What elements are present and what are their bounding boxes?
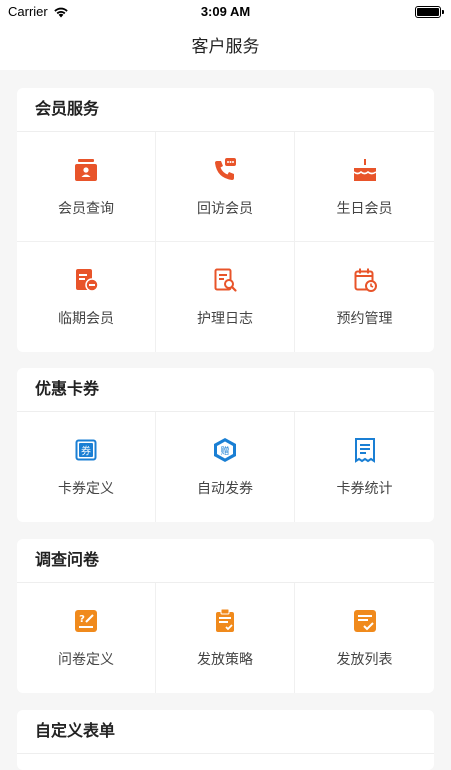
section-title: 优惠卡券 — [17, 368, 434, 412]
grid-item-questionnaire-define[interactable]: ? 问卷定义 — [17, 583, 156, 693]
grid-item-label: 临期会员 — [58, 310, 114, 326]
grid-item-expiring-member[interactable]: 临期会员 — [17, 242, 156, 352]
receipt-stats-icon — [354, 438, 375, 463]
grid-item-label: 护理日志 — [197, 310, 253, 326]
grid-item-auto-issue[interactable]: 赠 自动发券 — [156, 412, 295, 522]
status-time: 3:09 AM — [200, 4, 251, 19]
battery-icon — [415, 6, 444, 18]
grid-item-revisit-member[interactable]: 回访会员 — [156, 132, 295, 242]
section-survey: 调查问卷 ? 问卷定义 发放策略 发放列表 — [17, 539, 434, 693]
grid-item-coupon-define[interactable]: 券 卡券定义 — [17, 412, 156, 522]
section-coupons: 优惠卡券 券 卡券定义 赠 自动发券 卡券统计 — [17, 368, 434, 522]
list-check-icon — [353, 610, 376, 632]
gift-hexagon-icon: 赠 — [214, 438, 236, 462]
grid-item-member-search[interactable]: 会员查询 — [17, 132, 156, 242]
grid-item-coupon-stats[interactable]: 卡券统计 — [295, 412, 434, 522]
grid-item-birthday-member[interactable]: 生日会员 — [295, 132, 434, 242]
svg-text:?: ? — [79, 614, 85, 625]
expiring-card-icon — [76, 269, 99, 292]
status-bar: Carrier 3:09 AM — [0, 0, 451, 24]
page-title: 客户服务 — [191, 37, 260, 56]
calendar-clock-icon — [354, 268, 377, 292]
grid-item-label: 发放策略 — [197, 651, 253, 667]
section-title: 自定义表单 — [17, 710, 434, 754]
grid-item-label: 预约管理 — [336, 310, 393, 326]
svg-text:赠: 赠 — [220, 445, 229, 457]
grid-item-appointment[interactable]: 预约管理 — [295, 242, 434, 352]
grid-item-issue-list[interactable]: 发放列表 — [295, 583, 434, 693]
care-log-icon — [214, 268, 237, 292]
coupon-icon: 券 — [75, 439, 97, 461]
section-custom-form: 自定义表单 — [17, 710, 434, 770]
grid-item-label: 生日会员 — [336, 199, 393, 216]
grid-item-label: 自动发券 — [197, 480, 253, 496]
nav-bar: 客户服务 — [0, 24, 451, 70]
clipboard-check-icon — [216, 608, 234, 632]
grid-item-label: 问卷定义 — [58, 651, 114, 667]
section-title: 会员服务 — [17, 88, 434, 132]
section-member-service: 会员服务 会员查询 回访会员 生日会员 临期会员 护理日志 预约管理 — [17, 88, 434, 352]
phone-chat-icon — [215, 157, 236, 180]
grid-item-label: 回访会员 — [197, 199, 253, 216]
grid-item-label: 卡券定义 — [58, 480, 114, 496]
birthday-cake-icon — [352, 158, 376, 181]
grid-item-care-log[interactable]: 护理日志 — [156, 242, 295, 352]
questionnaire-icon: ? — [75, 610, 97, 632]
grid-item-issue-strategy[interactable]: 发放策略 — [156, 583, 295, 693]
grid-item-label: 发放列表 — [336, 651, 393, 667]
member-search-icon — [75, 158, 97, 181]
svg-text:券: 券 — [81, 445, 91, 458]
grid-item-label: 卡券统计 — [336, 480, 393, 496]
grid-item-label: 会员查询 — [58, 199, 114, 216]
section-title: 调查问卷 — [17, 539, 434, 583]
